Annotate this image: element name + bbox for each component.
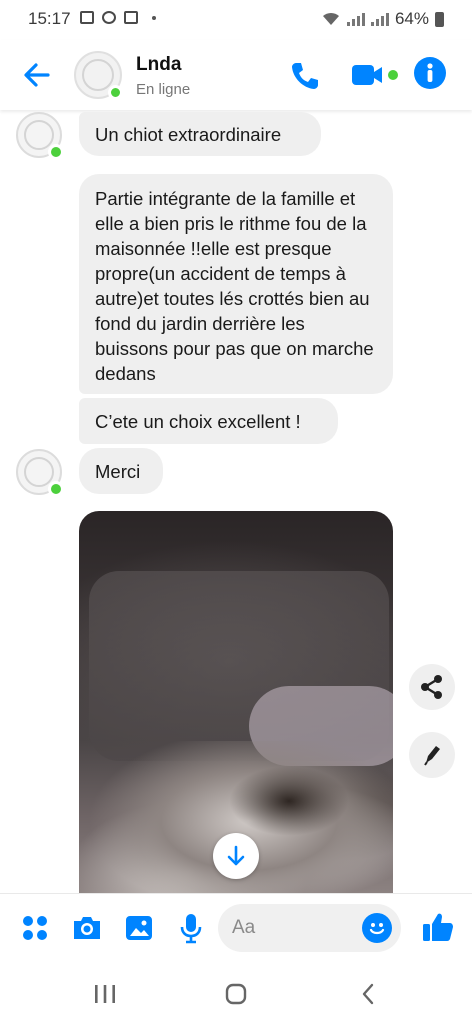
scroll-to-bottom-button[interactable] — [213, 833, 259, 879]
share-icon — [421, 675, 442, 699]
gallery-notification-icon — [80, 11, 94, 24]
video-call-icon[interactable] — [350, 60, 400, 90]
message-bubble[interactable]: Un chiot extraordinaire — [79, 112, 321, 156]
battery-icon — [435, 11, 444, 27]
home-icon[interactable] — [221, 981, 251, 1007]
message-input[interactable] — [232, 915, 352, 941]
share-button[interactable] — [409, 664, 455, 710]
online-indicator — [108, 85, 123, 100]
smiley-icon — [369, 923, 385, 935]
contact-presence: En ligne — [136, 81, 191, 98]
status-time: 15:17 — [28, 9, 71, 28]
info-button[interactable] — [414, 57, 446, 89]
notification-icons — [80, 11, 156, 24]
more-notifications-icon — [152, 15, 156, 20]
photo-notification-icon — [124, 11, 138, 24]
apps-menu-icon[interactable] — [18, 911, 52, 945]
online-indicator — [48, 481, 64, 497]
info-icon — [427, 63, 433, 82]
signal-2-icon — [370, 12, 389, 26]
online-indicator — [48, 144, 64, 160]
system-nav-bar — [0, 963, 472, 1024]
sender-avatar[interactable] — [16, 449, 64, 497]
signal-icon — [346, 12, 365, 26]
contact-name[interactable]: Lnda — [136, 54, 181, 76]
arrow-down-icon — [227, 845, 245, 866]
contact-avatar[interactable] — [74, 51, 123, 100]
status-right: 64% — [321, 9, 444, 29]
camera-icon[interactable] — [70, 911, 104, 945]
sender-avatar[interactable] — [16, 112, 64, 160]
messenger-screen: 15:17 64% Lnda En ligne Un chiot extraor… — [0, 0, 472, 1024]
app-notification-icon — [102, 11, 116, 24]
microphone-icon[interactable] — [174, 911, 208, 945]
status-bar: 15:17 64% — [0, 0, 472, 38]
thumbs-up-icon[interactable] — [420, 909, 456, 945]
gallery-icon[interactable] — [122, 911, 156, 945]
pencil-icon — [424, 746, 440, 766]
message-composer — [0, 893, 472, 963]
emoji-button[interactable] — [362, 913, 392, 943]
phone-call-icon[interactable] — [288, 58, 322, 92]
message-input-container[interactable] — [218, 904, 401, 952]
message-bubble[interactable]: Merci — [79, 448, 163, 494]
battery-level: 64% — [394, 9, 429, 28]
message-bubble[interactable]: C’ete un choix excellent ! — [79, 398, 338, 444]
conversation-header: Lnda En ligne — [0, 40, 472, 110]
back-arrow-icon[interactable] — [20, 58, 54, 92]
wifi-icon — [322, 12, 339, 25]
photo-puppy-ear — [229, 766, 349, 836]
message-bubble[interactable]: Partie intégrante de la famille et elle … — [79, 174, 393, 394]
edit-button[interactable] — [409, 732, 455, 778]
recent-apps-icon[interactable] — [90, 981, 120, 1007]
back-nav-icon[interactable] — [354, 981, 384, 1007]
